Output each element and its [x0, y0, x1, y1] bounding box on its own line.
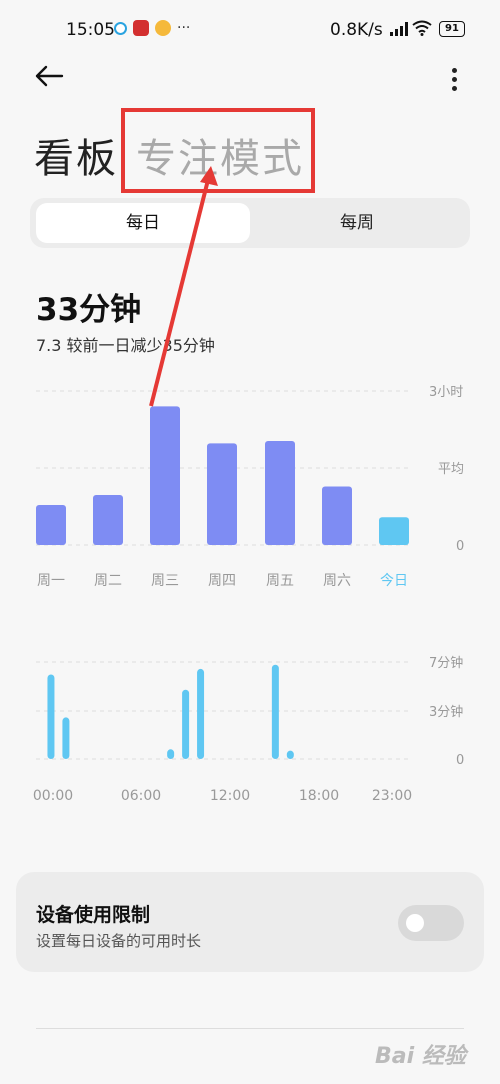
annotation-arrow-icon	[149, 166, 218, 407]
